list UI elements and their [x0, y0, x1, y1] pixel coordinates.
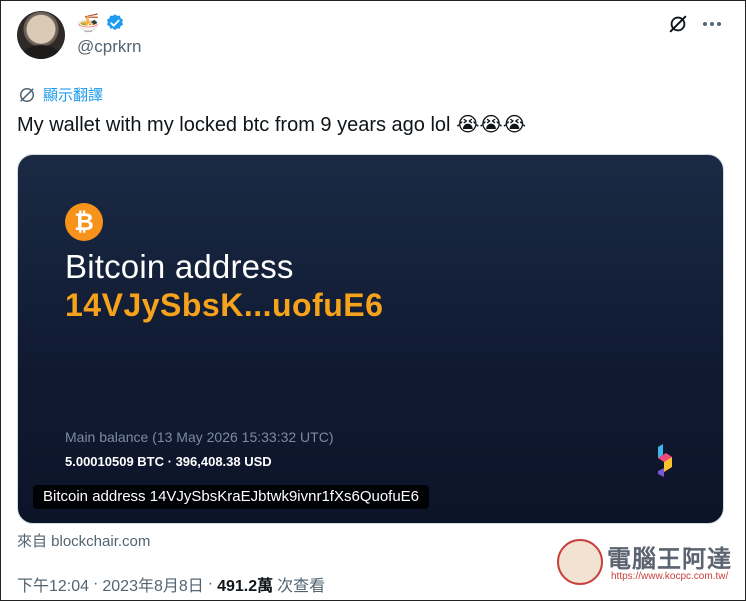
- watermark-title: 電腦王阿達: [607, 546, 732, 573]
- card-source[interactable]: 來自 blockchair.com: [17, 530, 150, 551]
- balance-value: 5.00010509 BTC · 396,408.38 USD: [65, 454, 272, 469]
- watermark-url: https://www.kocpc.com.tw/: [611, 571, 729, 582]
- grok-icon[interactable]: [667, 13, 689, 35]
- meta-separator: ·: [93, 575, 99, 592]
- site-watermark: 電腦王阿達 https://www.kocpc.com.tw/: [557, 539, 737, 589]
- tweet-text: My wallet with my locked btc from 9 year…: [17, 112, 526, 138]
- view-label: 次查看: [277, 578, 326, 595]
- link-card[interactable]: ₿ Bitcoin address 14VJySbsK...uofuE6 Mai…: [17, 154, 724, 524]
- tweet-meta: 下午12:04 · 2023年8月8日 · 491.2萬 次查看: [17, 572, 325, 596]
- view-count: 491.2萬: [217, 578, 274, 595]
- translate-link[interactable]: 顯示翻譯: [17, 84, 103, 105]
- crying-emoji: 😭😭😭: [456, 114, 527, 136]
- more-options-icon[interactable]: [701, 13, 723, 35]
- card-address: 14VJySbsK...uofuE6: [65, 287, 384, 323]
- display-name[interactable]: 🍜: [77, 12, 125, 34]
- bitcoin-logo-icon: ₿: [65, 203, 103, 241]
- balance-label: Main balance (13 May 2026 15:33:32 UTC): [65, 429, 334, 445]
- verified-badge-icon: [107, 14, 124, 31]
- noodle-emoji: 🍜: [77, 13, 100, 33]
- translate-label: 顯示翻譯: [43, 87, 104, 104]
- meta-separator: ·: [207, 575, 214, 592]
- tweet-frame: 🍜 @cprkrn 顯示翻譯 My wallet with my locked …: [0, 0, 746, 601]
- tweet-time[interactable]: 下午12:04: [17, 572, 89, 596]
- tweet-date[interactable]: 2023年8月8日: [102, 572, 203, 596]
- user-handle[interactable]: @cprkrn: [77, 37, 142, 57]
- avatar[interactable]: [17, 11, 65, 59]
- watermark-mascot-icon: [557, 539, 603, 585]
- translate-icon: [20, 87, 34, 102]
- card-caption: Bitcoin address 14VJySbsKraEJbtwk9ivnr1f…: [33, 485, 430, 509]
- card-title: Bitcoin address: [65, 248, 294, 285]
- tweet-body: My wallet with my locked btc from 9 year…: [17, 114, 451, 136]
- blockchair-logo-icon: [658, 444, 672, 477]
